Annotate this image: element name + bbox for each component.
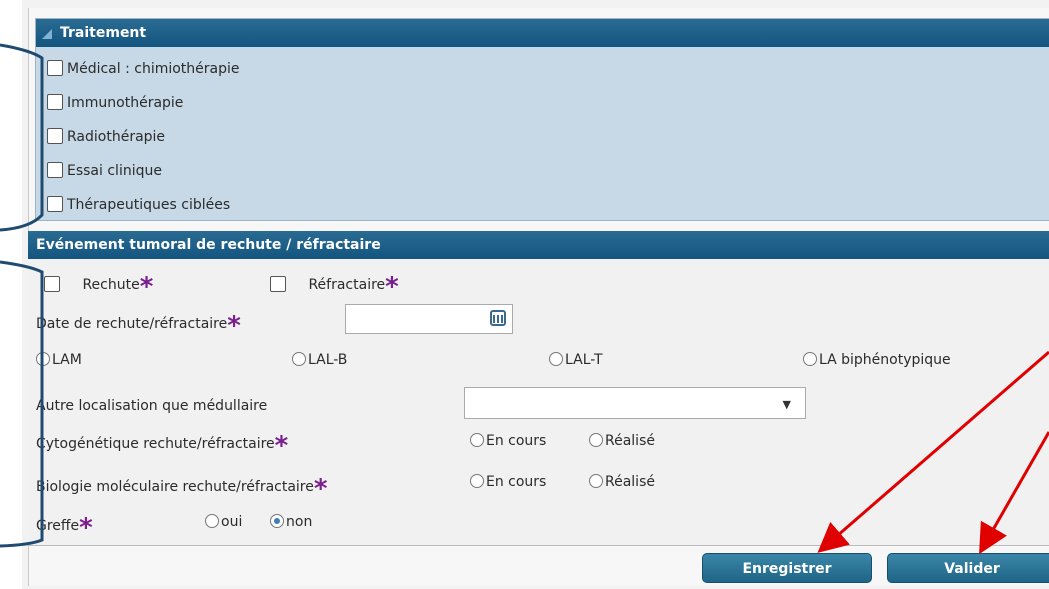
- bracket-treatment: [0, 43, 44, 232]
- bracket-relapse: [0, 260, 44, 548]
- annotation-overlay: [0, 43, 1049, 555]
- arrow-to-save: [817, 350, 1049, 553]
- arrow-to-validate: [979, 431, 1049, 555]
